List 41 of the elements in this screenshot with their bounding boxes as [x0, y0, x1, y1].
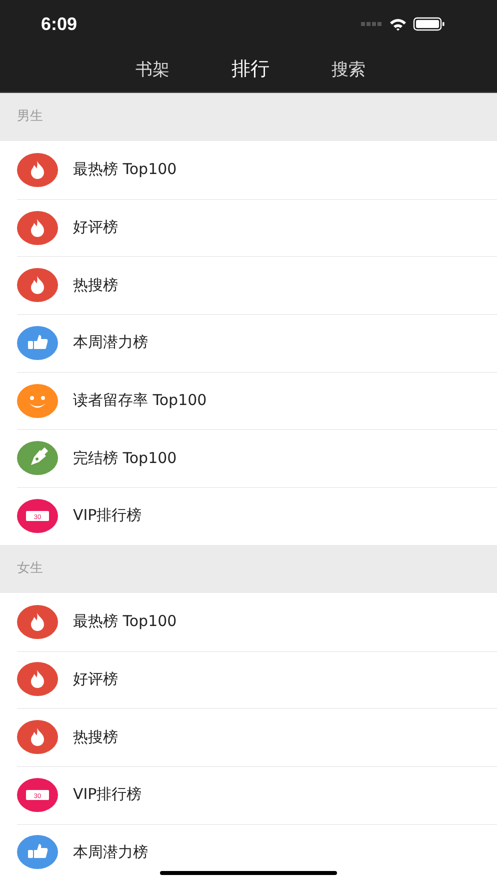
- list-label: 读者留存率 Top100: [73, 391, 207, 410]
- fire-icon: [17, 662, 58, 696]
- list-label: 最热榜 Top100: [73, 160, 177, 180]
- list-row[interactable]: 本周潜力榜: [0, 314, 497, 372]
- list-label: 本周潜力榜: [73, 842, 148, 862]
- list-row[interactable]: 热搜榜: [0, 708, 497, 766]
- fire-icon: [17, 268, 58, 302]
- nav-tab[interactable]: 排行: [220, 56, 280, 82]
- battery-icon: [413, 17, 445, 31]
- wifi-icon: [389, 18, 407, 30]
- fire-icon: [17, 152, 58, 187]
- list-label: VIP排行榜: [73, 506, 142, 526]
- fire-icon: [17, 210, 58, 245]
- list-row[interactable]: 好评榜: [0, 198, 497, 256]
- signal-icon: [361, 22, 383, 26]
- list-row[interactable]: 热搜榜: [0, 256, 497, 314]
- thumb-icon: [17, 326, 58, 360]
- section-header: 男生: [0, 93, 497, 141]
- section-header: 女生: [0, 544, 497, 593]
- list-label: VIP排行榜: [73, 785, 142, 804]
- list-row[interactable]: 完结榜 Top100: [0, 429, 497, 488]
- list-label: 热搜榜: [73, 276, 118, 295]
- status-time: 6:09: [41, 14, 78, 34]
- fire-icon: [17, 604, 58, 639]
- smile-icon: [17, 384, 58, 418]
- list-row[interactable]: 最热榜 Top100: [0, 141, 497, 199]
- nav-tab[interactable]: 搜索: [320, 58, 376, 80]
- nav-tab[interactable]: 书架: [124, 58, 180, 80]
- list-row[interactable]: 最热榜 Top100: [0, 592, 497, 650]
- list-label: 好评榜: [73, 670, 118, 689]
- pen-icon: [17, 441, 58, 476]
- list-label: 本周潜力榜: [73, 333, 148, 352]
- list-row[interactable]: 好评榜: [0, 650, 497, 708]
- list-label: 最热榜 Top100: [73, 612, 177, 632]
- thumb-icon: [17, 835, 58, 870]
- list-label: 好评榜: [73, 218, 118, 238]
- list-row[interactable]: 读者留存率 Top100: [0, 372, 497, 430]
- list-label: 热搜榜: [73, 728, 118, 747]
- list-label: 完结榜 Top100: [73, 448, 177, 468]
- list-row[interactable]: 本周潜力榜: [0, 824, 497, 882]
- fire-icon: [17, 720, 58, 754]
